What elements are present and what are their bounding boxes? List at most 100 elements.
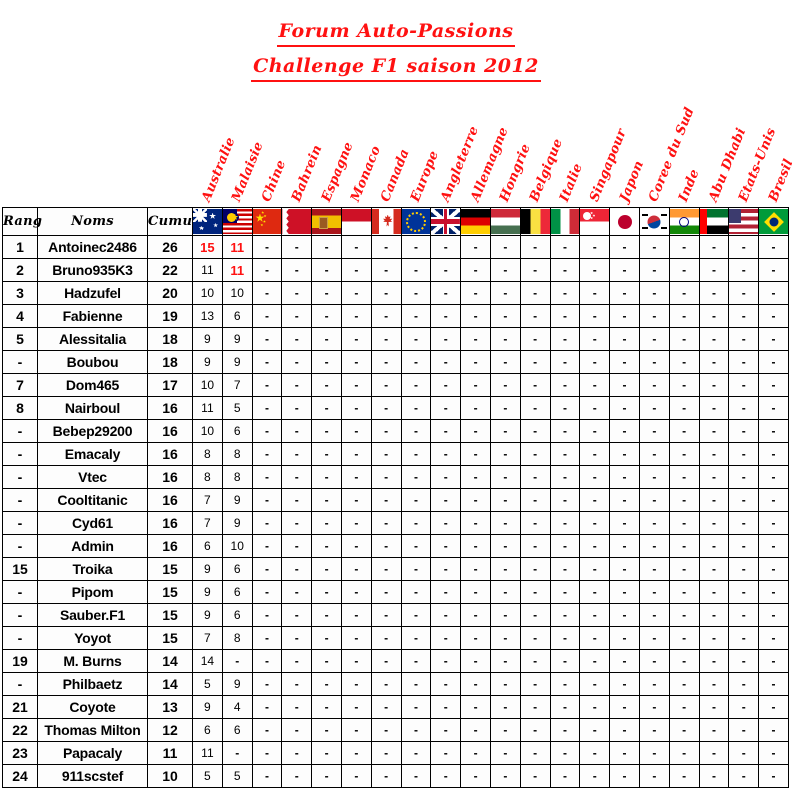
- cell-score-hu: -: [489, 557, 521, 581]
- cell-score-au: 9: [192, 557, 223, 581]
- cell-score-ae: -: [698, 304, 730, 328]
- cell-score-br: -: [758, 649, 789, 673]
- cell-score-cn: -: [251, 258, 283, 282]
- cell-score-gb: -: [430, 511, 462, 535]
- cell-score-us: -: [728, 419, 760, 443]
- cell-score-de: -: [460, 741, 491, 765]
- cell-score-hu: -: [489, 695, 521, 719]
- cell-score-ae: -: [698, 235, 730, 259]
- cell-score-be: -: [519, 649, 551, 673]
- cell-score-ca: -: [370, 649, 402, 673]
- cell-player-name: Yoyot: [37, 626, 148, 650]
- cell-score-br: -: [758, 580, 789, 604]
- cell-score-us: -: [728, 626, 760, 650]
- cell-score-sg: -: [579, 534, 611, 558]
- cell-cumul: 20: [147, 281, 193, 305]
- column-header-race-ae: [698, 207, 730, 236]
- cell-rank: 19: [2, 649, 38, 673]
- cell-score-cn: -: [251, 511, 283, 535]
- cell-score-es: -: [311, 488, 342, 512]
- cell-score-de: -: [460, 580, 491, 604]
- cell-score-kr: -: [638, 557, 670, 581]
- cell-score-be: -: [519, 695, 551, 719]
- cell-cumul: 11: [147, 741, 193, 765]
- cell-player-name: Cooltitanic: [37, 488, 148, 512]
- cell-score-be: -: [519, 465, 551, 489]
- cell-score-it: -: [549, 396, 581, 420]
- cell-score-eu: -: [400, 741, 432, 765]
- cell-rank: 4: [2, 304, 38, 328]
- cell-score-de: -: [460, 488, 491, 512]
- cell-score-in: -: [668, 534, 700, 558]
- cell-score-it: -: [549, 281, 581, 305]
- cell-score-in: -: [668, 695, 700, 719]
- cell-score-sg: -: [579, 350, 611, 374]
- cell-score-cn: -: [251, 580, 283, 604]
- cell-score-ae: -: [698, 718, 730, 742]
- cell-score-cn: -: [251, 281, 283, 305]
- cell-score-kr: -: [638, 396, 670, 420]
- cell-score-in: -: [668, 580, 700, 604]
- table-row: 23 Papacaly 11 11- - - - - - - - - - - - - - - - - - -: [2, 741, 789, 765]
- cell-score-be: -: [519, 442, 551, 466]
- cell-score-gb: -: [430, 557, 462, 581]
- cell-score-au: 13: [192, 304, 223, 328]
- cell-score-es: -: [311, 235, 342, 259]
- cell-score-es: -: [311, 350, 342, 374]
- table-row: - Admin 16 6 10- - - - - - - - - - - - - - - - - -: [2, 534, 789, 558]
- cell-score-mc: -: [340, 718, 372, 742]
- table-row: - Cyd61 16 7 9- - - - - - - - - - - - - - - - - -: [2, 511, 789, 535]
- flag-ca-icon: [371, 209, 401, 234]
- cell-score-be: -: [519, 350, 551, 374]
- cell-rank: -: [2, 488, 38, 512]
- cell-score-my: 5: [221, 764, 253, 788]
- flag-es-icon: [312, 209, 341, 234]
- table-row: 1 Antoinec2486 26 15 11- - - - - - - - - - - - - - - - - -: [2, 235, 789, 259]
- flag-mc-icon: [341, 209, 371, 234]
- cell-score-mc: -: [340, 304, 372, 328]
- cell-score-us: -: [728, 511, 760, 535]
- cell-player-name: Nairboul: [37, 396, 148, 420]
- cell-score-mc: -: [340, 511, 372, 535]
- cell-score-it: -: [549, 557, 581, 581]
- cell-score-ae: -: [698, 258, 730, 282]
- cell-score-jp: -: [609, 350, 640, 374]
- cell-score-eu: -: [400, 764, 432, 788]
- cell-rank: 24: [2, 764, 38, 788]
- cell-score-es: -: [311, 764, 342, 788]
- cell-score-hu: -: [489, 373, 521, 397]
- cell-score-de: -: [460, 465, 491, 489]
- cell-score-sg: -: [579, 764, 611, 788]
- cell-score-cn: -: [251, 488, 283, 512]
- cell-score-us: -: [728, 465, 760, 489]
- cell-score-bh: -: [281, 327, 313, 351]
- cell-cumul: 17: [147, 373, 193, 397]
- cell-score-ca: -: [370, 672, 402, 696]
- cell-score-eu: -: [400, 350, 432, 374]
- cell-score-jp: -: [609, 465, 640, 489]
- cell-score-ca: -: [370, 281, 402, 305]
- cell-score-cn: -: [251, 741, 283, 765]
- column-header-race-kr: [638, 207, 670, 236]
- cell-score-jp: -: [609, 741, 640, 765]
- cell-score-cn: -: [251, 649, 283, 673]
- column-header-race-jp: [609, 207, 640, 236]
- cell-score-in: -: [668, 327, 700, 351]
- cell-score-mc: -: [340, 488, 372, 512]
- cell-score-ae: -: [698, 626, 730, 650]
- cell-score-in: -: [668, 741, 700, 765]
- column-header-race-be: [519, 207, 551, 236]
- cell-score-in: -: [668, 465, 700, 489]
- cell-cumul: 10: [147, 764, 193, 788]
- cell-player-name: Emacaly: [37, 442, 148, 466]
- cell-score-bh: -: [281, 580, 313, 604]
- cell-score-ae: -: [698, 465, 730, 489]
- cell-score-kr: -: [638, 258, 670, 282]
- cell-score-es: -: [311, 304, 342, 328]
- cell-score-es: -: [311, 649, 342, 673]
- cell-score-mc: -: [340, 373, 372, 397]
- cell-score-cn: -: [251, 718, 283, 742]
- column-header-race-ca: [370, 207, 402, 236]
- cell-score-de: -: [460, 396, 491, 420]
- cell-score-de: -: [460, 649, 491, 673]
